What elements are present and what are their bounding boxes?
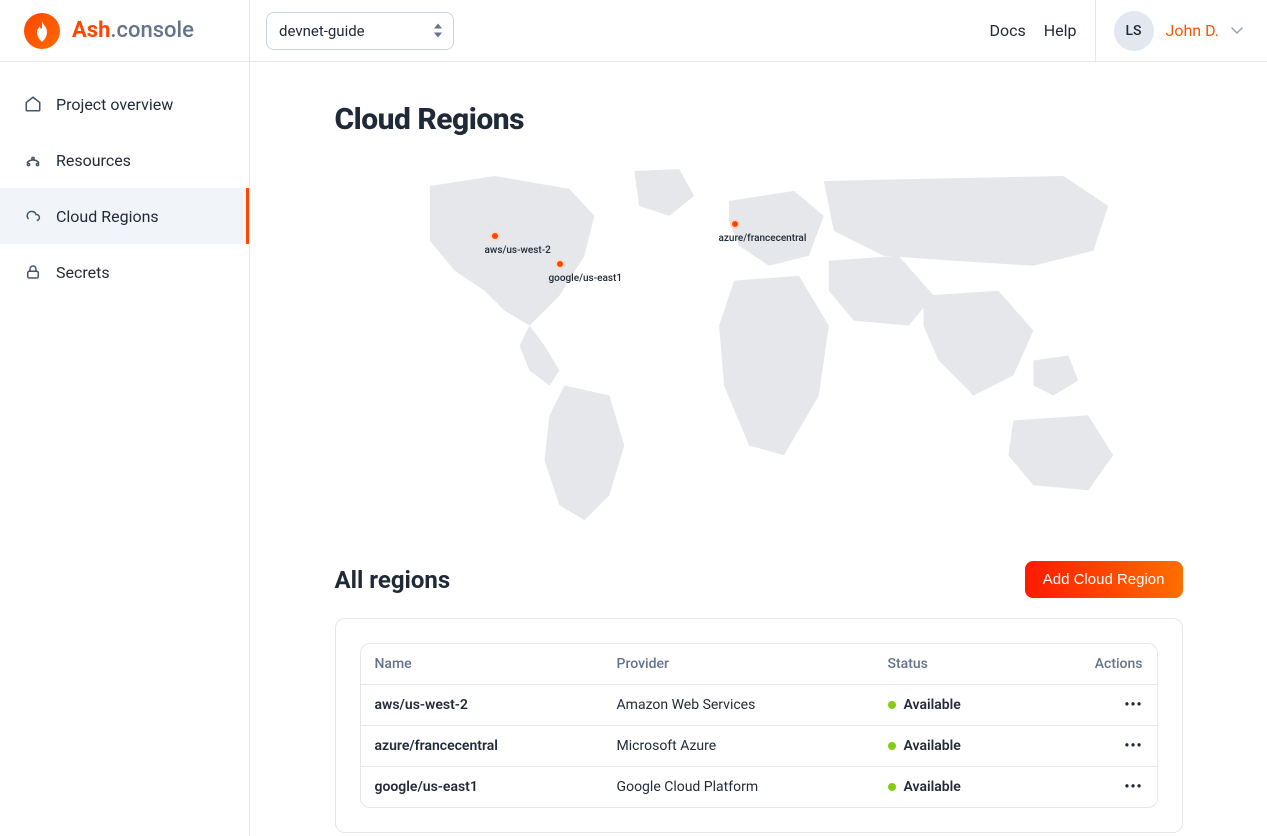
map-marker-google[interactable] xyxy=(555,259,565,269)
cell-name: google/us-east1 xyxy=(361,766,603,807)
user-menu[interactable]: LS John D. xyxy=(1095,0,1244,62)
project-selector[interactable]: devnet-guide xyxy=(266,12,454,50)
status-text: Available xyxy=(904,697,961,713)
cell-status: Available xyxy=(874,685,1036,725)
status-dot-icon xyxy=(888,783,896,791)
docs-link[interactable]: Docs xyxy=(989,21,1025,40)
cell-provider: Amazon Web Services xyxy=(603,685,874,725)
chevron-down-icon xyxy=(1231,24,1243,38)
add-cloud-region-button[interactable]: Add Cloud Region xyxy=(1025,561,1183,598)
user-name: John D. xyxy=(1166,21,1220,40)
sidebar-item-label: Project overview xyxy=(56,95,173,114)
map-marker-azure[interactable] xyxy=(730,219,740,229)
project-select-wrap: devnet-guide xyxy=(266,12,454,50)
section-header: All regions Add Cloud Region xyxy=(335,561,1183,598)
row-actions-button[interactable]: ••• xyxy=(1124,697,1142,713)
world-map-silhouette xyxy=(335,161,1183,530)
sidebar-item-secrets[interactable]: Secrets xyxy=(0,244,249,300)
topbar: Ash.console devnet-guide Docs Help LS Jo… xyxy=(0,0,1267,62)
status-text: Available xyxy=(904,779,961,795)
home-icon xyxy=(24,95,42,113)
table-header-row: Name Provider Status Actions xyxy=(361,644,1157,685)
map-label-aws: aws/us-west-2 xyxy=(485,245,551,256)
brand-part2: .console xyxy=(110,18,194,43)
table-row: aws/us-west-2 Amazon Web Services Availa… xyxy=(361,685,1157,725)
layout: Project overview Resources Cloud Regions… xyxy=(0,62,1267,836)
status-dot-icon xyxy=(888,701,896,709)
sidebar-item-label: Secrets xyxy=(56,263,110,282)
help-link[interactable]: Help xyxy=(1044,21,1077,40)
main: Cloud Regions xyxy=(250,62,1267,836)
brand-text: Ash.console xyxy=(72,18,194,43)
status-dot-icon xyxy=(888,742,896,750)
sidebar: Project overview Resources Cloud Regions… xyxy=(0,62,250,836)
cell-name: aws/us-west-2 xyxy=(361,685,603,725)
col-name: Name xyxy=(361,644,603,685)
map-marker-aws[interactable] xyxy=(490,231,500,241)
brand-area: Ash.console xyxy=(0,0,250,61)
world-map: aws/us-west-2 google/us-east1 azure/fran… xyxy=(335,161,1183,531)
cell-provider: Microsoft Azure xyxy=(603,725,874,766)
sidebar-item-overview[interactable]: Project overview xyxy=(0,76,249,132)
map-label-google: google/us-east1 xyxy=(549,273,623,284)
table-row: google/us-east1 Google Cloud Platform Av… xyxy=(361,766,1157,807)
brand-part1: Ash xyxy=(72,18,110,43)
sidebar-item-resources[interactable]: Resources xyxy=(0,132,249,188)
cell-status: Available xyxy=(874,725,1036,766)
section-title: All regions xyxy=(335,566,451,594)
col-provider: Provider xyxy=(603,644,874,685)
logo-icon xyxy=(24,13,60,49)
regions-table: Name Provider Status Actions aws/us-west… xyxy=(360,643,1158,808)
status-text: Available xyxy=(904,738,961,754)
col-status: Status xyxy=(874,644,1036,685)
cell-name: azure/francecentral xyxy=(361,725,603,766)
cell-status: Available xyxy=(874,766,1036,807)
sidebar-item-regions[interactable]: Cloud Regions xyxy=(0,188,249,244)
table-row: azure/francecentral Microsoft Azure Avai… xyxy=(361,725,1157,766)
topbar-right: Docs Help LS John D. xyxy=(989,0,1243,62)
col-actions: Actions xyxy=(1035,644,1156,685)
row-actions-button[interactable]: ••• xyxy=(1124,779,1142,795)
sidebar-item-label: Cloud Regions xyxy=(56,207,159,226)
cloud-icon xyxy=(24,207,42,225)
cell-provider: Google Cloud Platform xyxy=(603,766,874,807)
project-selector-value: devnet-guide xyxy=(279,22,365,40)
map-label-azure: azure/francecentral xyxy=(719,233,807,244)
select-caret-icon xyxy=(433,23,443,38)
lock-icon xyxy=(24,263,42,281)
resources-icon xyxy=(24,151,42,169)
page-title: Cloud Regions xyxy=(335,102,1183,137)
regions-card: Name Provider Status Actions aws/us-west… xyxy=(335,618,1183,833)
avatar: LS xyxy=(1114,11,1154,51)
content: Cloud Regions xyxy=(335,62,1183,836)
sidebar-item-label: Resources xyxy=(56,151,131,170)
row-actions-button[interactable]: ••• xyxy=(1124,738,1142,754)
